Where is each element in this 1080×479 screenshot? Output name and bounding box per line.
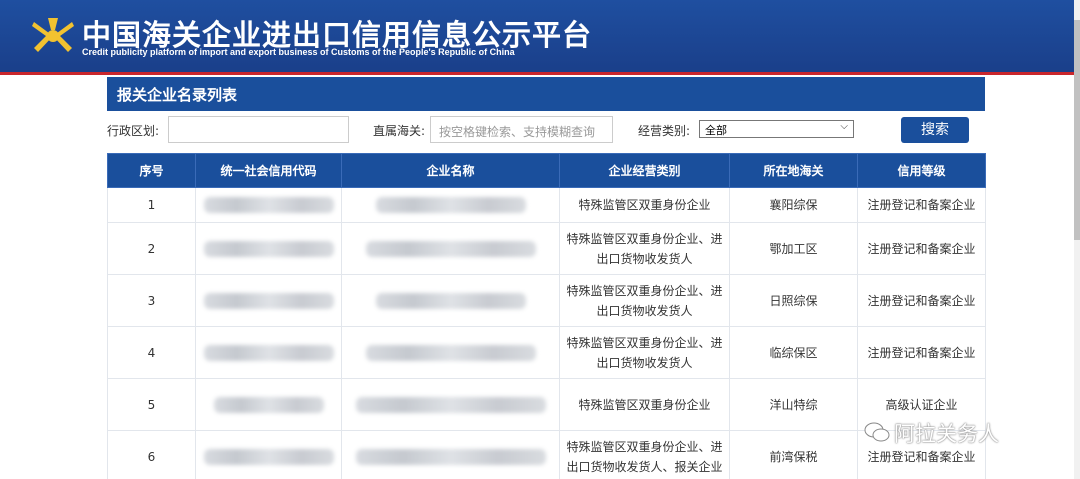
credit-code-redacted — [195, 187, 342, 223]
search-button[interactable]: 搜索 — [901, 117, 969, 143]
scrollbar[interactable] — [1074, 0, 1080, 479]
table-header-row: 序号 统一社会信用代码 企业名称 企业经营类别 所在地海关 信用等级 — [107, 153, 986, 188]
enterprise-table: 序号 统一社会信用代码 企业名称 企业经营类别 所在地海关 信用等级 1 特殊监… — [107, 153, 986, 479]
header-banner: 中国海关企业进出口信用信息公示平台 Credit publicity platf… — [0, 0, 1080, 75]
business-category: 特殊监管区双重身份企业 — [559, 378, 730, 431]
credit-code-redacted — [195, 326, 342, 379]
watermark-text: 阿拉关务人 — [894, 422, 999, 446]
site-subtitle: Credit publicity platform of import and … — [82, 47, 515, 57]
row-index: 6 — [107, 430, 196, 479]
table-row[interactable]: 5 特殊监管区双重身份企业 洋山特综 高级认证企业 — [107, 378, 986, 431]
row-index: 3 — [107, 274, 196, 327]
table-row[interactable]: 6 特殊监管区双重身份企业、进出口货物收发货人、报关企业 前湾保税 注册登记和备… — [107, 430, 986, 479]
credit-code-redacted — [195, 274, 342, 327]
business-category: 特殊监管区双重身份企业、进出口货物收发货人 — [559, 326, 730, 379]
table-row[interactable]: 2 特殊监管区双重身份企业、进出口货物收发货人 鄂加工区 注册登记和备案企业 — [107, 222, 986, 275]
company-name-redacted — [341, 274, 560, 327]
credit-code-redacted — [195, 378, 342, 431]
section-title: 报关企业名录列表 — [117, 86, 238, 104]
business-category: 特殊监管区双重身份企业、进出口货物收发货人 — [559, 222, 730, 275]
company-name-redacted — [341, 222, 560, 275]
company-name-redacted — [341, 378, 560, 431]
business-type-label: 经营类别: — [638, 124, 691, 138]
col-credit-level: 信用等级 — [857, 153, 986, 188]
scrollbar-thumb[interactable] — [1074, 20, 1080, 240]
credit-level: 注册登记和备案企业 — [857, 326, 986, 379]
col-company-name: 企业名称 — [341, 153, 560, 188]
company-name-redacted — [341, 187, 560, 223]
business-category: 特殊监管区双重身份企业 — [559, 187, 730, 223]
customs-label: 直属海关: — [373, 124, 426, 138]
row-index: 4 — [107, 326, 196, 379]
region-input[interactable] — [168, 116, 349, 143]
customs-office: 洋山特综 — [729, 378, 858, 431]
credit-code-redacted — [195, 430, 342, 479]
credit-level: 注册登记和备案企业 — [857, 222, 986, 275]
region-label: 行政区划: — [107, 124, 160, 138]
col-business-category: 企业经营类别 — [559, 153, 730, 188]
row-index: 5 — [107, 378, 196, 431]
table-row[interactable]: 3 特殊监管区双重身份企业、进出口货物收发货人 日照综保 注册登记和备案企业 — [107, 274, 986, 327]
col-index: 序号 — [107, 153, 196, 188]
table-row[interactable]: 4 特殊监管区双重身份企业、进出口货物收发货人 临综保区 注册登记和备案企业 — [107, 326, 986, 379]
credit-level: 注册登记和备案企业 — [857, 274, 986, 327]
company-name-redacted — [341, 326, 560, 379]
business-type-select[interactable]: 全部 ⌵ — [699, 120, 854, 138]
credit-level: 注册登记和备案企业 — [857, 187, 986, 223]
business-type-value: 全部 — [705, 124, 727, 137]
customs-office: 前湾保税 — [729, 430, 858, 479]
wechat-icon — [864, 422, 890, 442]
customs-office: 日照综保 — [729, 274, 858, 327]
credit-code-redacted — [195, 222, 342, 275]
customs-office: 鄂加工区 — [729, 222, 858, 275]
row-index: 1 — [107, 187, 196, 223]
table-row[interactable]: 1 特殊监管区双重身份企业 襄阳综保 注册登记和备案企业 — [107, 187, 986, 223]
row-index: 2 — [107, 222, 196, 275]
customs-search-input[interactable]: 按空格键检索、支持模糊查询 — [430, 116, 613, 143]
business-category: 特殊监管区双重身份企业、进出口货物收发货人、报关企业 — [559, 430, 730, 479]
customs-office: 襄阳综保 — [729, 187, 858, 223]
customs-office: 临综保区 — [729, 326, 858, 379]
section-header: 报关企业名录列表 — [107, 77, 985, 111]
customs-emblem-icon — [32, 18, 74, 52]
company-name-redacted — [341, 430, 560, 479]
col-credit-code: 统一社会信用代码 — [195, 153, 342, 188]
col-customs: 所在地海关 — [729, 153, 858, 188]
business-category: 特殊监管区双重身份企业、进出口货物收发货人 — [559, 274, 730, 327]
chevron-down-icon: ⌵ — [840, 121, 848, 132]
